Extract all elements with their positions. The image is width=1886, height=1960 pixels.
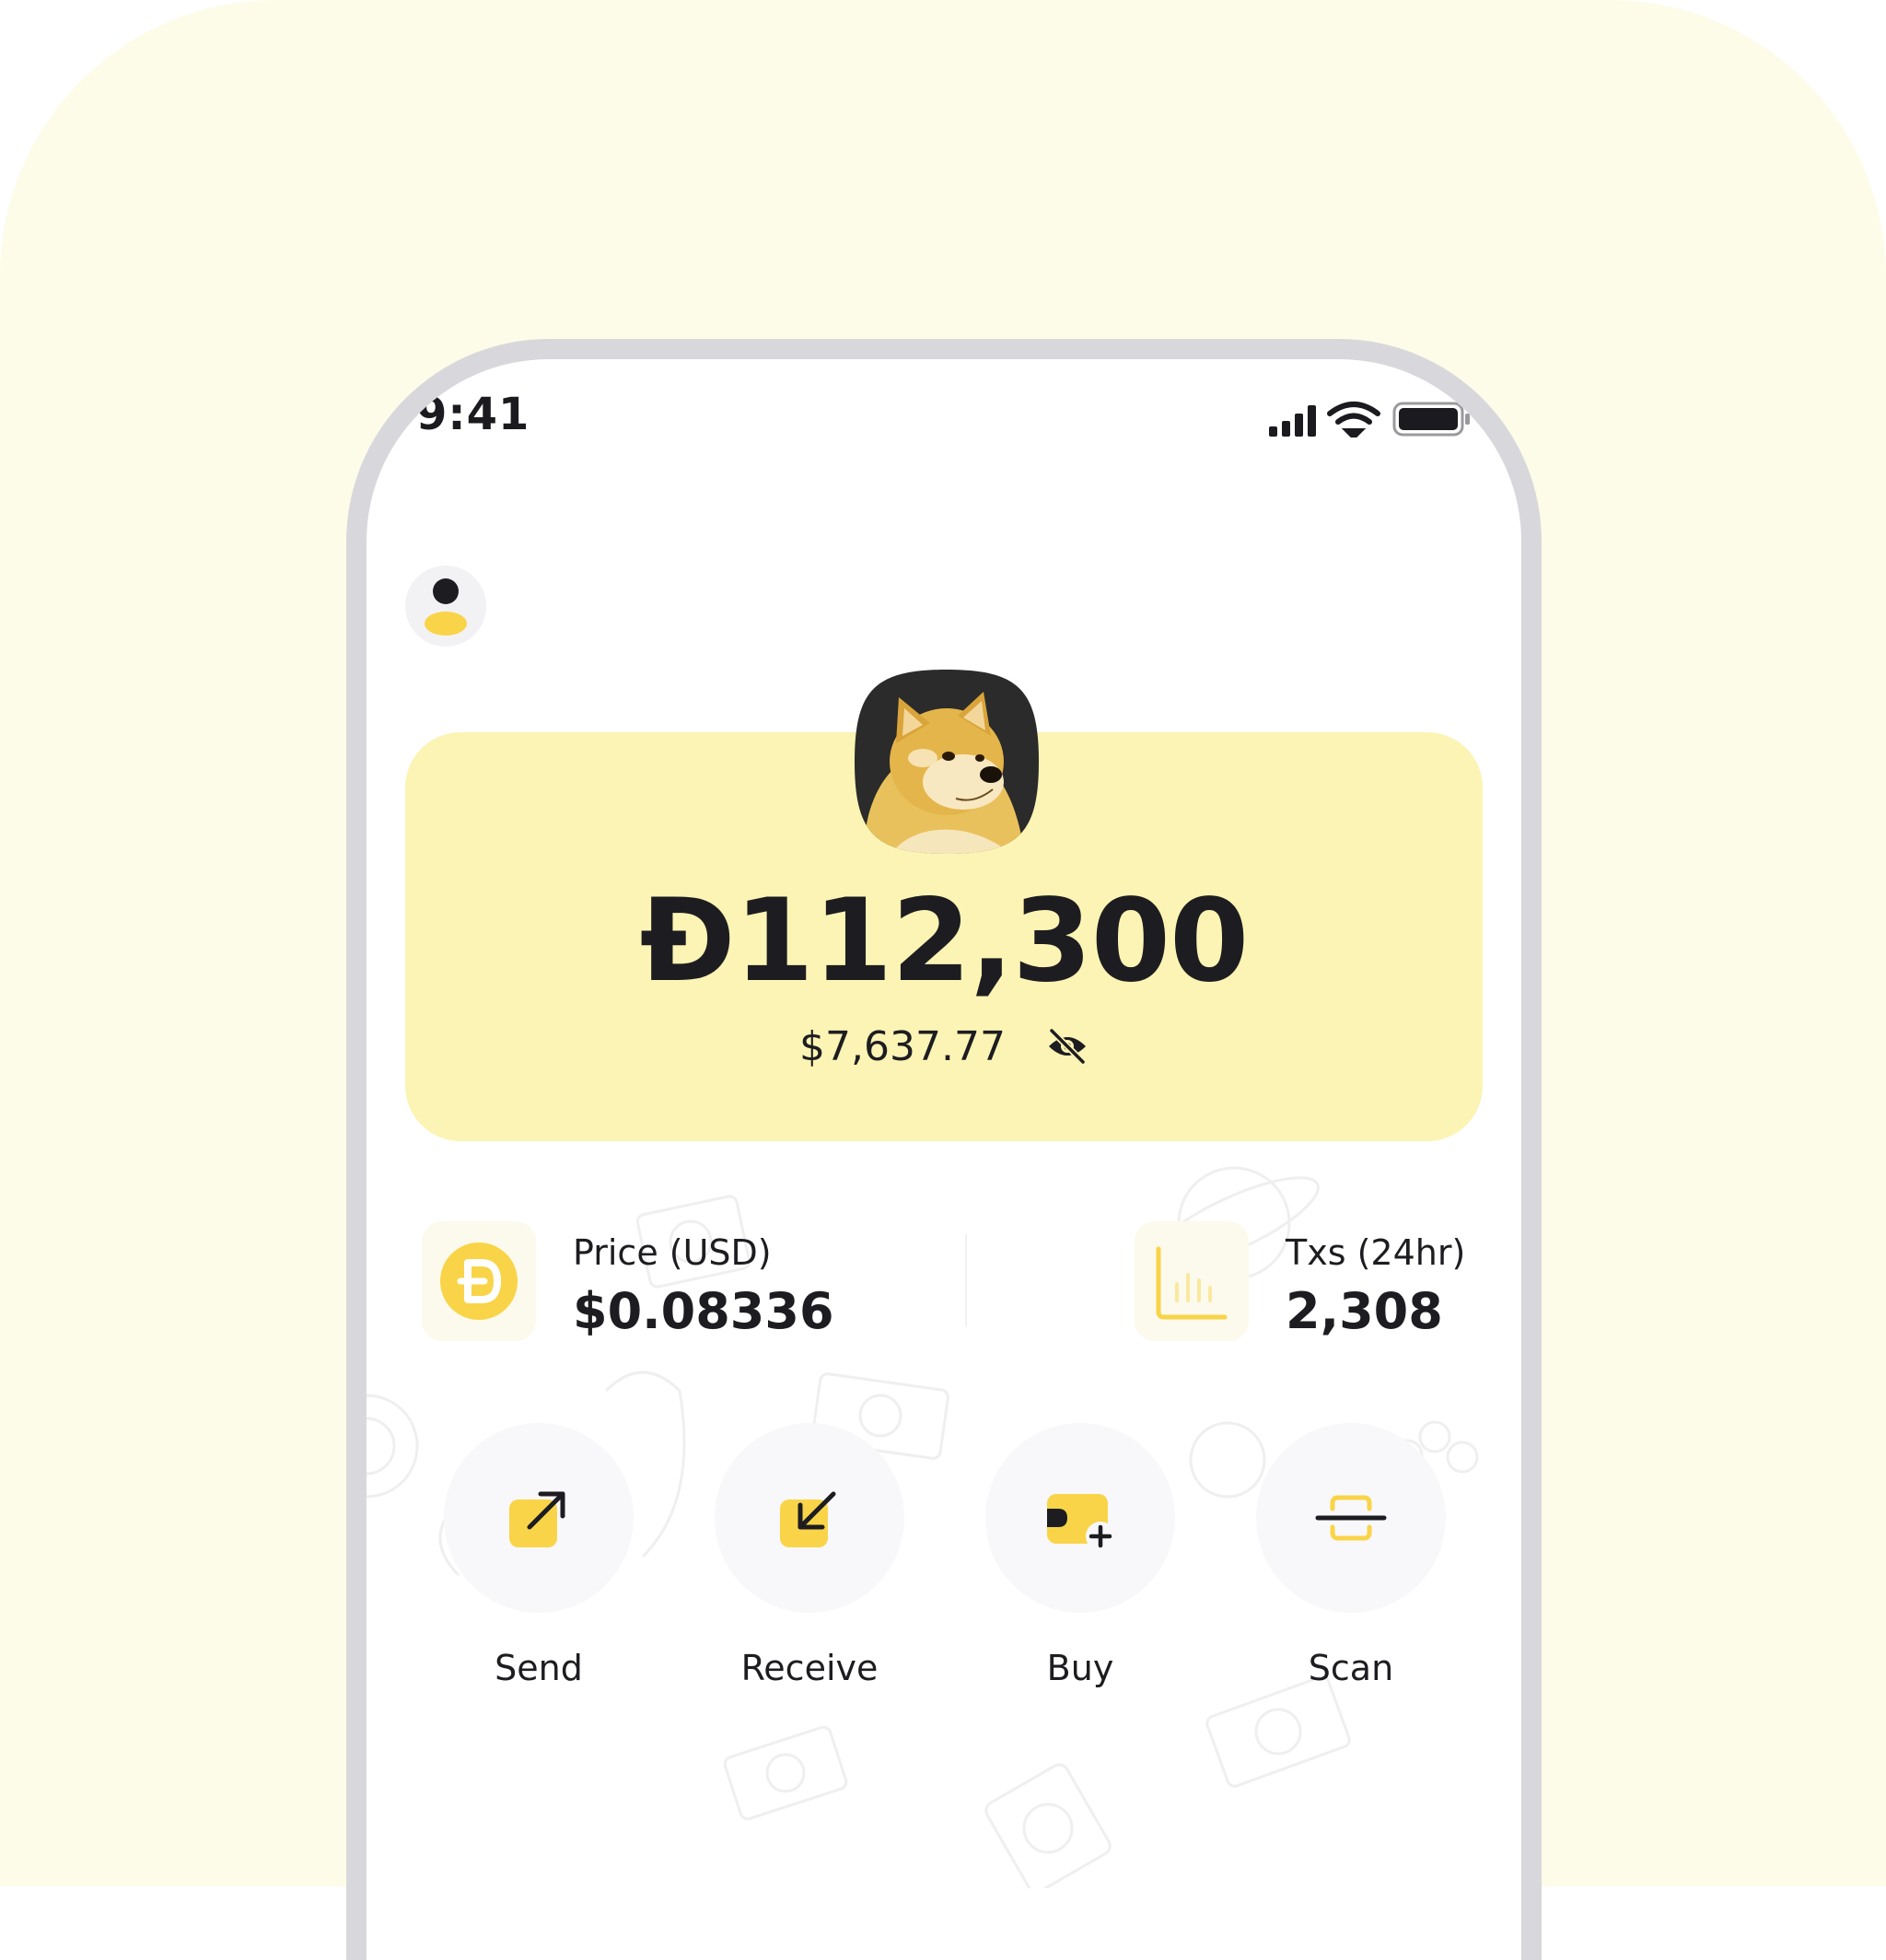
transactions-stat: Txs (24hr) 2,308 bbox=[1135, 1221, 1503, 1341]
status-time: 9:41 bbox=[416, 389, 530, 440]
cellular-signal-icon bbox=[1269, 405, 1316, 437]
txs-value: 2,308 bbox=[1286, 1282, 1443, 1340]
doge-coin-icon bbox=[440, 1242, 518, 1320]
buy-label: Buy bbox=[1046, 1648, 1114, 1688]
send-button[interactable] bbox=[444, 1423, 634, 1613]
receive-button[interactable] bbox=[715, 1423, 904, 1613]
buy-button[interactable] bbox=[985, 1423, 1175, 1613]
receive-arrow-icon bbox=[780, 1491, 836, 1547]
scan-icon bbox=[1315, 1495, 1387, 1541]
fiat-balance: $7,637.77 bbox=[799, 1022, 1006, 1070]
wifi-icon bbox=[1327, 402, 1380, 438]
scan-button[interactable] bbox=[1256, 1423, 1446, 1613]
txs-label: Txs (24hr) bbox=[1286, 1232, 1466, 1273]
scan-label: Scan bbox=[1308, 1648, 1394, 1688]
txs-icon-box bbox=[1135, 1221, 1249, 1341]
stat-divider bbox=[965, 1234, 967, 1326]
price-stat: Price (USD) $0.08336 bbox=[422, 1221, 834, 1341]
receive-label: Receive bbox=[740, 1648, 879, 1688]
profile-button[interactable] bbox=[405, 566, 486, 647]
bar-chart-icon bbox=[1156, 1246, 1228, 1320]
send-arrow-icon bbox=[509, 1491, 565, 1547]
status-icons bbox=[1269, 402, 1470, 438]
battery-icon bbox=[1392, 402, 1470, 437]
fiat-balance-row: $7,637.77 bbox=[367, 1019, 1521, 1074]
phone-frame: 9:41 Đ112,300 $7,637.77 Price (USD) $0.0… bbox=[346, 339, 1542, 1960]
hide-balance-eye-icon[interactable] bbox=[1046, 1025, 1089, 1068]
price-icon-box bbox=[422, 1221, 536, 1341]
buy-wallet-icon bbox=[1047, 1494, 1115, 1551]
send-label: Send bbox=[495, 1648, 583, 1688]
user-avatar-icon bbox=[425, 578, 467, 636]
price-label: Price (USD) bbox=[573, 1232, 772, 1273]
price-value: $0.08336 bbox=[573, 1282, 834, 1340]
dogecoin-balance: Đ112,300 bbox=[639, 875, 1250, 1008]
dogecoin-logo bbox=[855, 670, 1039, 854]
